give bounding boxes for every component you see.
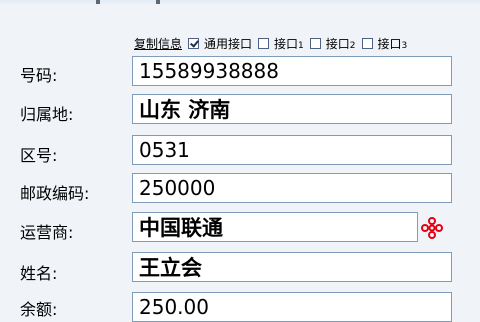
interface-3-label: 接口3 [377, 36, 408, 51]
interface-2-label: 接口2 [325, 36, 356, 51]
options-row: 复制信息 通用接口 接口1 接口2 接口3 [134, 34, 413, 52]
region-field[interactable]: 山东 济南 [132, 94, 452, 124]
balance-field[interactable]: 250.00 [132, 292, 452, 322]
top-stub [156, 0, 160, 4]
china-unicom-logo-icon [421, 217, 443, 239]
postcode-label: 邮政编码: [20, 184, 90, 203]
generic-interface-checkbox[interactable] [188, 37, 200, 49]
copy-info-link[interactable]: 复制信息 [134, 35, 182, 52]
area-code-label: 区号: [20, 146, 58, 165]
interface-3-checkbox[interactable] [361, 37, 373, 49]
interface-1-label: 接口1 [274, 36, 304, 51]
postcode-field[interactable]: 250000 [132, 173, 452, 203]
option-generic-interface[interactable]: 通用接口 [188, 35, 252, 52]
name-field[interactable]: 王立会 [132, 252, 452, 282]
title-bar-edge [0, 0, 480, 6]
top-stub [96, 0, 100, 4]
interface-2-checkbox[interactable] [309, 37, 321, 49]
option-interface-2[interactable]: 接口2 [309, 35, 356, 52]
carrier-label: 运营商: [20, 223, 74, 242]
phone-label: 号码: [20, 66, 58, 85]
interface-1-checkbox[interactable] [258, 37, 270, 49]
name-label: 姓名: [20, 264, 58, 283]
carrier-field[interactable]: 中国联通 [132, 212, 418, 242]
generic-interface-label: 通用接口 [204, 36, 253, 51]
option-interface-3[interactable]: 接口3 [361, 35, 408, 52]
phone-field[interactable]: 15589938888 [132, 56, 452, 86]
region-label: 归属地: [20, 105, 74, 124]
option-interface-1[interactable]: 接口1 [258, 35, 304, 52]
area-code-field[interactable]: 0531 [132, 135, 452, 165]
